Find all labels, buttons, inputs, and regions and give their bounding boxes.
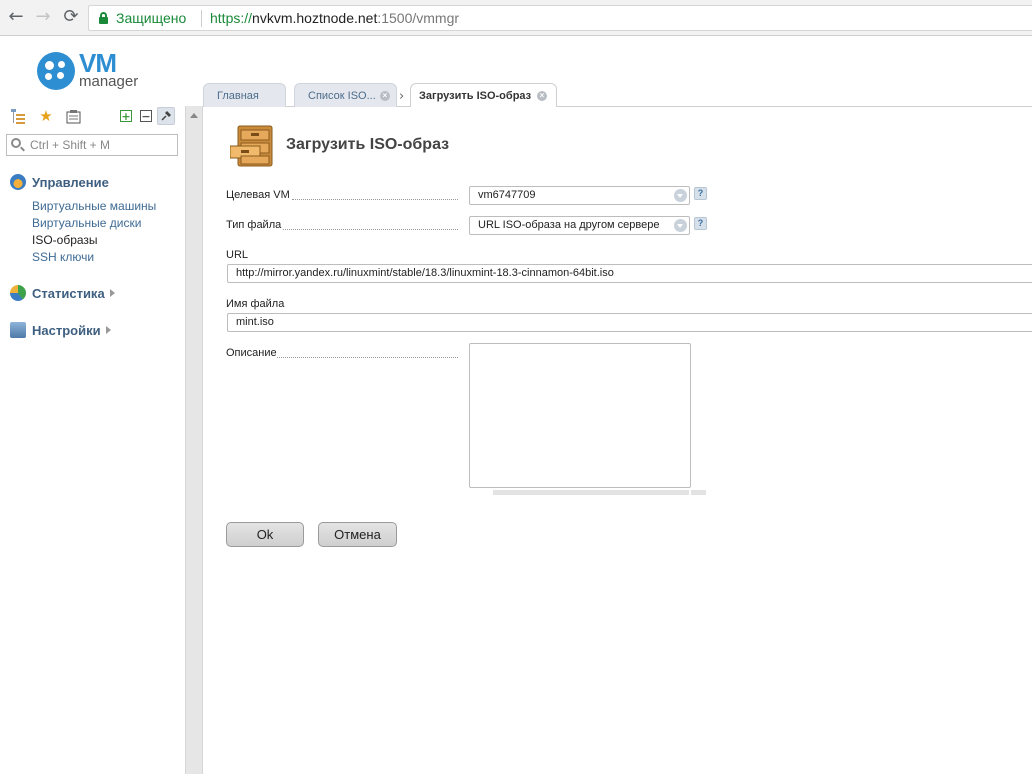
help-icon[interactable]: ? (694, 217, 707, 230)
file-type-label: Тип файла (226, 219, 282, 231)
url-text[interactable]: https://nvkvm.hoztnode.net:1500/vmmgr (210, 10, 459, 26)
search-input[interactable] (30, 137, 175, 153)
description-textarea[interactable] (469, 343, 691, 488)
sidebar-splitter[interactable] (185, 106, 203, 774)
file-cabinet-icon (229, 124, 276, 168)
menu-search[interactable] (6, 134, 178, 156)
expand-arrow-icon (109, 289, 115, 297)
menu-group-settings[interactable]: Настройки (10, 322, 111, 338)
chevron-right-icon: › (399, 89, 405, 104)
tab-iso-list[interactable]: Список ISO... × (294, 83, 397, 107)
tab-home[interactable]: Главная (203, 83, 286, 107)
lock-icon (99, 12, 108, 24)
textarea-resize-handle[interactable] (493, 490, 689, 495)
vmmanager-logo: VM manager (37, 48, 157, 92)
pin-icon[interactable] (157, 107, 175, 125)
clipboard-icon[interactable] (64, 107, 82, 125)
menu-item-ssh-keys[interactable]: SSH ключи (32, 250, 94, 264)
close-icon[interactable]: × (537, 91, 547, 101)
page-title: Загрузить ISO-образ (286, 136, 450, 153)
url-input[interactable]: http://mirror.yandex.ru/linuxmint/stable… (227, 264, 1032, 283)
browser-toolbar: ← → ⟳ Защищено https://nvkvm.hoztnode.ne… (0, 0, 1032, 36)
menu-item-virtual-disks[interactable]: Виртуальные диски (32, 216, 141, 230)
expand-arrow-icon (105, 326, 111, 334)
chevron-down-icon (674, 219, 687, 232)
menu-group-management[interactable]: Управление (10, 174, 109, 190)
menu-group-statistics[interactable]: Статистика (10, 285, 115, 301)
chevron-down-icon (674, 189, 687, 202)
menu-item-virtual-machines[interactable]: Виртуальные машины (32, 199, 156, 213)
favorites-star-icon[interactable]: ★ (37, 107, 55, 125)
back-button[interactable]: ← (5, 6, 27, 28)
target-vm-select[interactable]: vm6747709 (469, 186, 690, 205)
tab-upload-iso[interactable]: Загрузить ISO-образ × (410, 83, 557, 107)
file-type-select[interactable]: URL ISO-образа на другом сервере (469, 216, 690, 235)
collapse-all-icon[interactable]: − (137, 107, 155, 125)
url-label: URL (226, 249, 249, 261)
file-name-label: Имя файла (226, 298, 285, 310)
file-name-input[interactable]: mint.iso (227, 313, 1032, 332)
help-icon[interactable]: ? (694, 187, 707, 200)
cancel-button[interactable]: Отмена (318, 522, 397, 547)
textarea-resize-corner[interactable] (691, 490, 706, 495)
reload-button[interactable]: ⟳ (60, 6, 82, 28)
settings-icon (10, 322, 26, 338)
collapse-sidebar-icon[interactable] (190, 113, 198, 118)
description-label: Описание (226, 347, 277, 359)
address-bar[interactable]: Защищено https://nvkvm.hoztnode.net:1500… (88, 5, 1032, 31)
logo-icon (37, 52, 75, 90)
statistics-icon (10, 285, 26, 301)
management-icon (10, 174, 26, 190)
forward-button[interactable]: → (32, 6, 54, 28)
expand-all-icon[interactable]: + (117, 107, 135, 125)
secure-label: Защищено (116, 10, 187, 26)
close-icon[interactable]: × (380, 91, 390, 101)
tree-view-icon[interactable] (9, 107, 27, 125)
target-vm-label: Целевая VM (226, 189, 290, 201)
menu-item-iso-images[interactable]: ISO-образы (32, 233, 98, 247)
ok-button[interactable]: Ok (226, 522, 304, 547)
search-icon (11, 138, 21, 148)
